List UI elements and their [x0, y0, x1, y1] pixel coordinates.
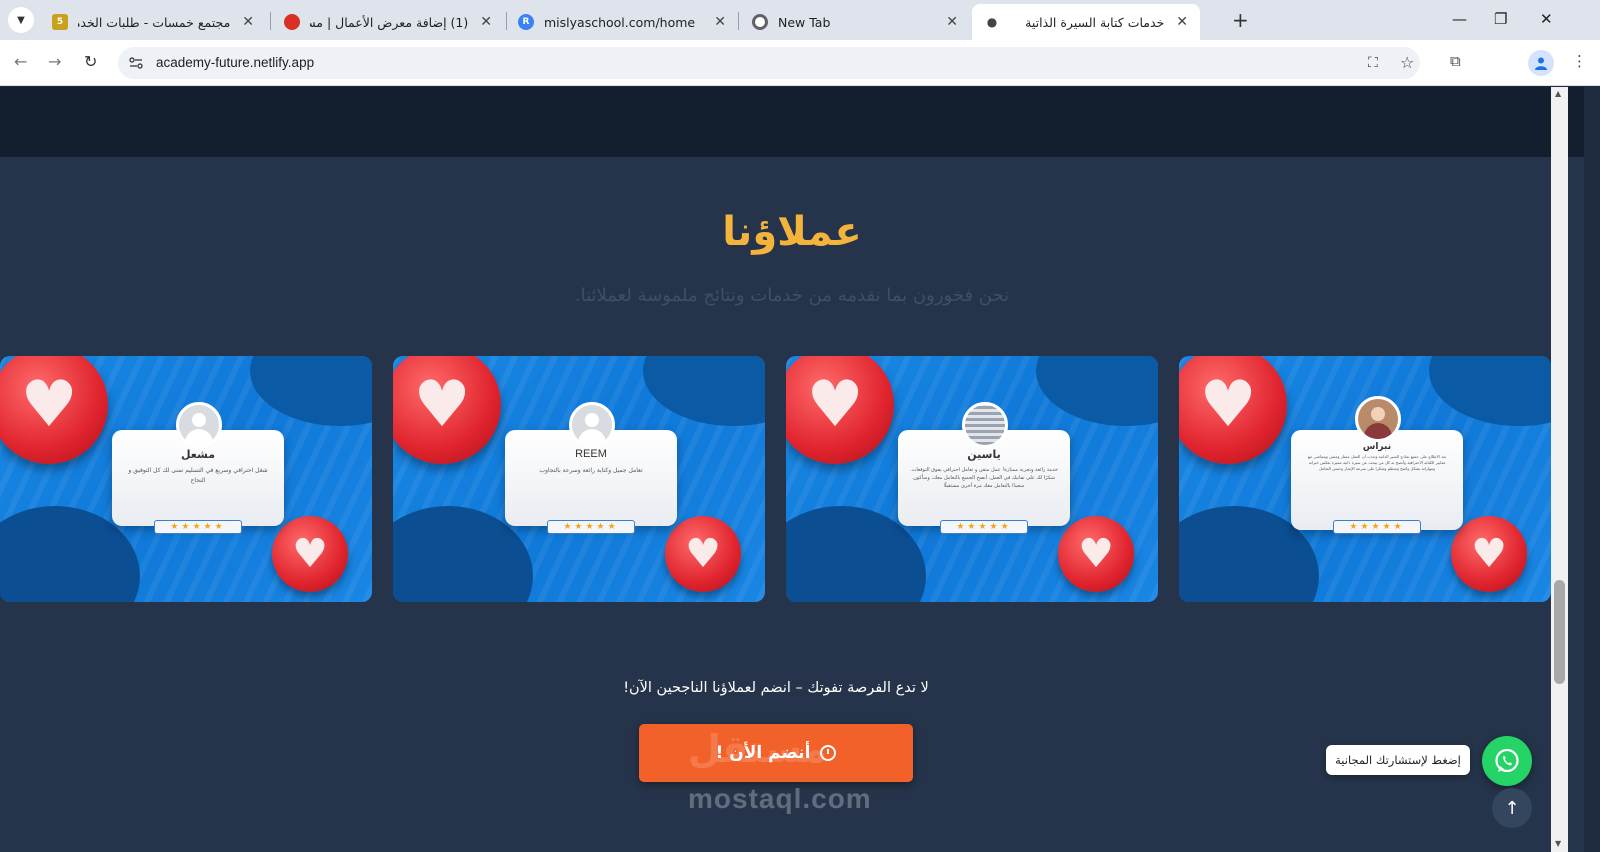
- reviewer-name: مشعل: [180, 448, 216, 461]
- review-text: شغل احترافي وسريع في التسليم تمنى لك كل …: [128, 467, 268, 484]
- extensions-icon[interactable]: ⧉: [1450, 52, 1461, 70]
- cta-text: لا تدع الفرصة تفوتك – انضم لعملاؤنا النا…: [623, 680, 929, 696]
- chrome-icon: [752, 14, 768, 30]
- tab-khamsat[interactable]: 5 مجتمع خمسات - طلبات الخدمات ✕: [40, 4, 266, 40]
- tab-mislyaschool[interactable]: R mislyaschool.com/home ✕: [506, 4, 738, 40]
- forward-arrow-icon[interactable]: →: [48, 52, 61, 71]
- avatar-icon: [1355, 396, 1401, 442]
- section-subtitle: نحن فخورون بما نقدمه من خدمات ونتائج ملم…: [574, 285, 1010, 306]
- browser-toolbar: ← → ↻ academy-future.netlify.app ⛶ ☆ ⧉ ⋮: [0, 40, 1600, 86]
- testimonial-card: ♥ ♥ ياسين خدمة رائعة وتجربة ممتازة! عمل …: [786, 356, 1158, 602]
- tab-new-tab[interactable]: New Tab ✕: [740, 4, 970, 40]
- address-bar[interactable]: academy-future.netlify.app ⛶ ☆: [118, 47, 1420, 79]
- profile-avatar-icon[interactable]: [1528, 50, 1554, 76]
- heart-icon: ♥: [786, 356, 894, 464]
- testimonial-card: ♥ ♥ REEM تعامل جميل وكتابة رائعة وسرعة ب…: [393, 356, 765, 602]
- mostaql-favicon-icon: [284, 14, 300, 30]
- page-viewport: عملاؤنا نحن فخورون بما نقدمه من خدمات ون…: [0, 87, 1584, 852]
- reviewer-name: ياسين: [967, 448, 1001, 461]
- testimonial-card: ♥ ♥ نبراس بعد الاطلاع على جميع نماذج الس…: [1179, 356, 1551, 602]
- star-rating: ★★★★★: [547, 520, 635, 534]
- tab-separator: [738, 12, 739, 30]
- mislyaschool-favicon-icon: R: [518, 14, 534, 30]
- tab-close-icon[interactable]: ✕: [946, 14, 958, 30]
- reload-icon[interactable]: ↻: [84, 52, 97, 71]
- tab-title: خدمات كتابة السيرة الذاتية: [1025, 14, 1165, 30]
- watermark-arabic: مستقل: [688, 727, 827, 771]
- tab-close-icon[interactable]: ✕: [714, 14, 726, 30]
- window-close-icon[interactable]: ✕: [1540, 10, 1553, 28]
- tab-title: مجتمع خمسات - طلبات الخدمات: [78, 14, 231, 30]
- minimize-icon[interactable]: —: [1452, 10, 1467, 28]
- star-rating: ★★★★★: [1333, 520, 1421, 534]
- whatsapp-icon: [1495, 748, 1519, 773]
- site-favicon-icon: ●: [984, 14, 1000, 30]
- scroll-up-arrow-icon[interactable]: ▲: [1555, 89, 1561, 98]
- whatsapp-tooltip[interactable]: إضغط لإستشارتك المجانية: [1326, 745, 1470, 775]
- star-rating: ★★★★★: [154, 520, 242, 534]
- heart-icon: ♥: [1451, 516, 1527, 592]
- avatar-icon: [176, 402, 222, 448]
- reviewer-name: REEM: [575, 448, 607, 460]
- review-text: تعامل جميل وكتابة رائعة وسرعة بالتجاوب: [539, 467, 643, 474]
- scrollbar-thumb[interactable]: [1554, 580, 1565, 684]
- url-text[interactable]: academy-future.netlify.app: [156, 55, 314, 70]
- tab-close-icon[interactable]: ✕: [480, 14, 492, 30]
- page-scrollbar[interactable]: ▲ ▼: [1551, 87, 1568, 852]
- tab-close-icon[interactable]: ✕: [242, 14, 254, 30]
- tab-resume-services[interactable]: ● خدمات كتابة السيرة الذاتية ✕: [972, 4, 1200, 40]
- whatsapp-button[interactable]: [1482, 736, 1532, 786]
- translate-icon[interactable]: ⛶: [1368, 55, 1378, 71]
- previous-section-footer: [0, 87, 1584, 157]
- heart-icon: ♥: [1058, 516, 1134, 592]
- tab-strip: ▼ 5 مجتمع خمسات - طلبات الخدمات ✕ (1) إض…: [0, 0, 1600, 40]
- heart-icon: ♥: [393, 356, 501, 464]
- testimonial-card: ♥ ♥ مشعل شغل احترافي وسريع في التسليم تم…: [0, 356, 372, 602]
- reviewer-name: نبراس: [1362, 442, 1392, 452]
- site-settings-icon[interactable]: [128, 55, 144, 71]
- tab-search-button[interactable]: ▼: [8, 7, 34, 33]
- avatar-icon: [962, 402, 1008, 448]
- restore-icon[interactable]: ❐: [1494, 10, 1507, 28]
- tab-close-icon[interactable]: ✕: [1176, 14, 1188, 30]
- back-arrow-icon[interactable]: ←: [14, 52, 27, 71]
- tab-mostaql[interactable]: (1) إضافة معرض الأعمال | مستقل ✕: [272, 4, 504, 40]
- browser-menu-icon[interactable]: ⋮: [1572, 52, 1587, 70]
- tab-title: (1) إضافة معرض الأعمال | مستقل: [310, 14, 469, 30]
- new-tab-button[interactable]: +: [1232, 10, 1249, 30]
- avatar-icon: [569, 402, 615, 448]
- review-text: بعد الاطلاع على جميع نماذج السير الذاتية…: [1307, 454, 1447, 471]
- tab-separator: [270, 12, 271, 30]
- review-text: خدمة رائعة وتجربة ممتازة! عمل متقن و تعا…: [910, 467, 1058, 489]
- heart-icon: ♥: [1179, 356, 1287, 464]
- bookmark-star-icon[interactable]: ☆: [1400, 53, 1414, 72]
- arrow-up-icon: ↑: [1504, 797, 1520, 819]
- tab-title: New Tab: [778, 14, 831, 30]
- heart-icon: ♥: [0, 356, 108, 464]
- scroll-down-arrow-icon[interactable]: ▼: [1555, 839, 1561, 848]
- khamsat-favicon-icon: 5: [52, 14, 68, 30]
- tab-title: mislyaschool.com/home: [544, 14, 696, 30]
- watermark-logo: mostaql.com: [688, 783, 872, 814]
- star-rating: ★★★★★: [940, 520, 1028, 534]
- section-title: عملاؤنا: [722, 209, 862, 255]
- scroll-to-top-button[interactable]: ↑: [1492, 788, 1532, 828]
- heart-icon: ♥: [272, 516, 348, 592]
- heart-icon: ♥: [665, 516, 741, 592]
